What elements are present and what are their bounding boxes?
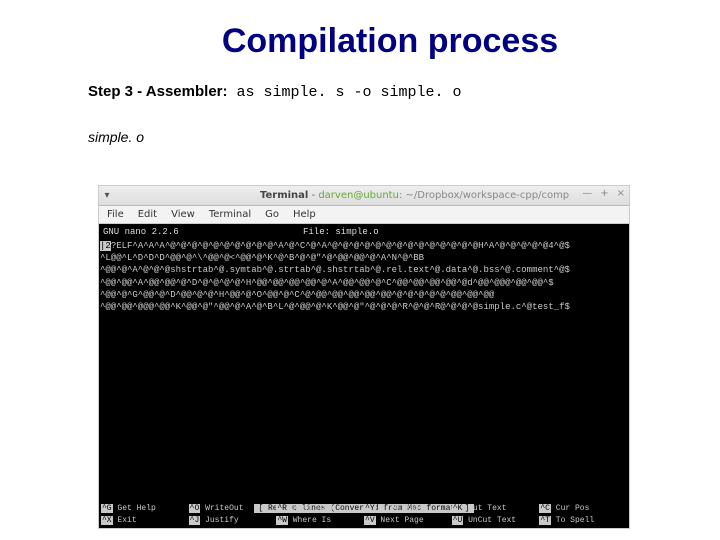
content-line: ^@@^@@^A^@@^@@^@^D^@^@^@^@^H^@@^@@^@@^@@…	[100, 277, 628, 289]
nano-header: GNU nano 2.2.6 File: simple.o	[99, 224, 629, 240]
menu-help[interactable]: Help	[293, 209, 316, 220]
help-key: ^T	[539, 516, 551, 525]
content-line: |2?ELF^A^A^A^@^@^@^@^@^@^@^@^@^@^A^@^C^@…	[100, 240, 628, 252]
help-to-spell: ^T To Spell	[539, 516, 627, 527]
menu-edit[interactable]: Edit	[138, 209, 157, 220]
content-line: ^@@^@^A^@^@^@shstrtab^@.symtab^@.strtab^…	[100, 264, 628, 276]
titlebar-path: ~/Dropbox/workspace-cpp/comp	[402, 190, 569, 201]
help-label: UnCut Text	[463, 516, 516, 525]
help-key: ^O	[189, 504, 201, 513]
output-filename: simple. o	[0, 101, 720, 145]
help-key: ^G	[101, 504, 113, 513]
help-key: ^J	[189, 516, 201, 525]
help-key: ^K	[452, 504, 464, 513]
menubar: File Edit View Terminal Go Help	[99, 206, 629, 224]
content-line: ^@@^@@^@@@^@@^K^@@^@"^@@^@^A^@^B^L^@^@@^…	[100, 301, 628, 313]
terminal-window: ▾ Terminal - darven@ubuntu: ~/Dropbox/wo…	[98, 185, 630, 529]
help-label: Read File	[288, 504, 336, 513]
dropdown-icon[interactable]: ▾	[99, 190, 115, 201]
help-key: ^Y	[364, 504, 376, 513]
help-label: Justify	[200, 516, 238, 525]
help-label: To Spell	[551, 516, 594, 525]
menu-go[interactable]: Go	[265, 209, 279, 220]
help-label: Cut Text	[463, 504, 506, 513]
help-next-page: ^V Next Page	[364, 516, 452, 527]
content-text: ?ELF^A^A^A^@^@^@^@^@^@^@^@^@^@^A^@^C^@^A…	[111, 241, 570, 251]
help-key: ^C	[539, 504, 551, 513]
step-label: Step 3 - Assembler:	[88, 83, 228, 100]
nano-help-row-2: ^X Exit ^J Justify ^W Where Is ^V Next P…	[99, 516, 629, 528]
nano-file-label: File: simple.o	[233, 226, 625, 238]
terminal-area[interactable]: GNU nano 2.2.6 File: simple.o |2?ELF^A^A…	[99, 224, 629, 528]
window-titlebar[interactable]: ▾ Terminal - darven@ubuntu: ~/Dropbox/wo…	[99, 186, 629, 206]
help-key: ^V	[364, 516, 376, 525]
inv-marker: |2	[100, 241, 111, 251]
help-get-help: ^G Get Help	[101, 504, 189, 515]
titlebar-user: darven@ubuntu:	[318, 190, 402, 201]
help-cur-pos: ^C Cur Pos	[539, 504, 627, 515]
help-justify: ^J Justify	[189, 516, 277, 527]
close-icon[interactable]: ×	[617, 188, 625, 199]
help-prev-page: ^Y Prev Page	[364, 504, 452, 515]
help-writeout: ^O WriteOut	[189, 504, 277, 515]
slide-title: Compilation process	[0, 0, 720, 61]
help-label: Cur Pos	[551, 504, 589, 513]
help-key: ^W	[276, 516, 288, 525]
content-line: ^@@^@^G^@@^@^D^@@^@^@^H^@@^@^O^@@^@^C^@^…	[100, 289, 628, 301]
help-label: WriteOut	[200, 504, 243, 513]
help-label: Exit	[113, 516, 137, 525]
nano-content: |2?ELF^A^A^A^@^@^@^@^@^@^@^@^@^@^A^@^C^@…	[99, 240, 629, 313]
help-read-file: ^R Read File	[276, 504, 364, 515]
help-exit: ^X Exit	[101, 516, 189, 527]
nano-version: GNU nano 2.2.6	[103, 226, 233, 238]
help-uncut-text: ^U UnCut Text	[452, 516, 540, 527]
maximize-icon[interactable]: +	[600, 188, 608, 199]
help-label: Prev Page	[376, 504, 424, 513]
help-cut-text: ^K Cut Text	[452, 504, 540, 515]
help-where-is: ^W Where Is	[276, 516, 364, 527]
menu-file[interactable]: File	[107, 209, 124, 220]
help-label: Next Page	[376, 516, 424, 525]
menu-view[interactable]: View	[171, 209, 195, 220]
help-key: ^U	[452, 516, 464, 525]
titlebar-app: Terminal	[260, 190, 308, 201]
titlebar-dash: -	[308, 190, 318, 201]
step-line: Step 3 - Assembler: as simple. s -o simp…	[0, 61, 720, 101]
menu-terminal[interactable]: Terminal	[209, 209, 251, 220]
titlebar-text: Terminal - darven@ubuntu: ~/Dropbox/work…	[115, 190, 569, 201]
help-key: ^R	[276, 504, 288, 513]
nano-help-row-1: ^G Get Help ^O WriteOut ^R Read File ^Y …	[99, 504, 629, 516]
help-label: Where Is	[288, 516, 331, 525]
help-label: Get Help	[113, 504, 156, 513]
step-command: as simple. s -o simple. o	[228, 84, 462, 101]
content-line: ^L@@^L^D^D^D^@@^@^\^@@^@<^@@^@^K^@^B^@^@…	[100, 252, 628, 264]
minimize-icon[interactable]: —	[582, 188, 592, 199]
help-key: ^X	[101, 516, 113, 525]
